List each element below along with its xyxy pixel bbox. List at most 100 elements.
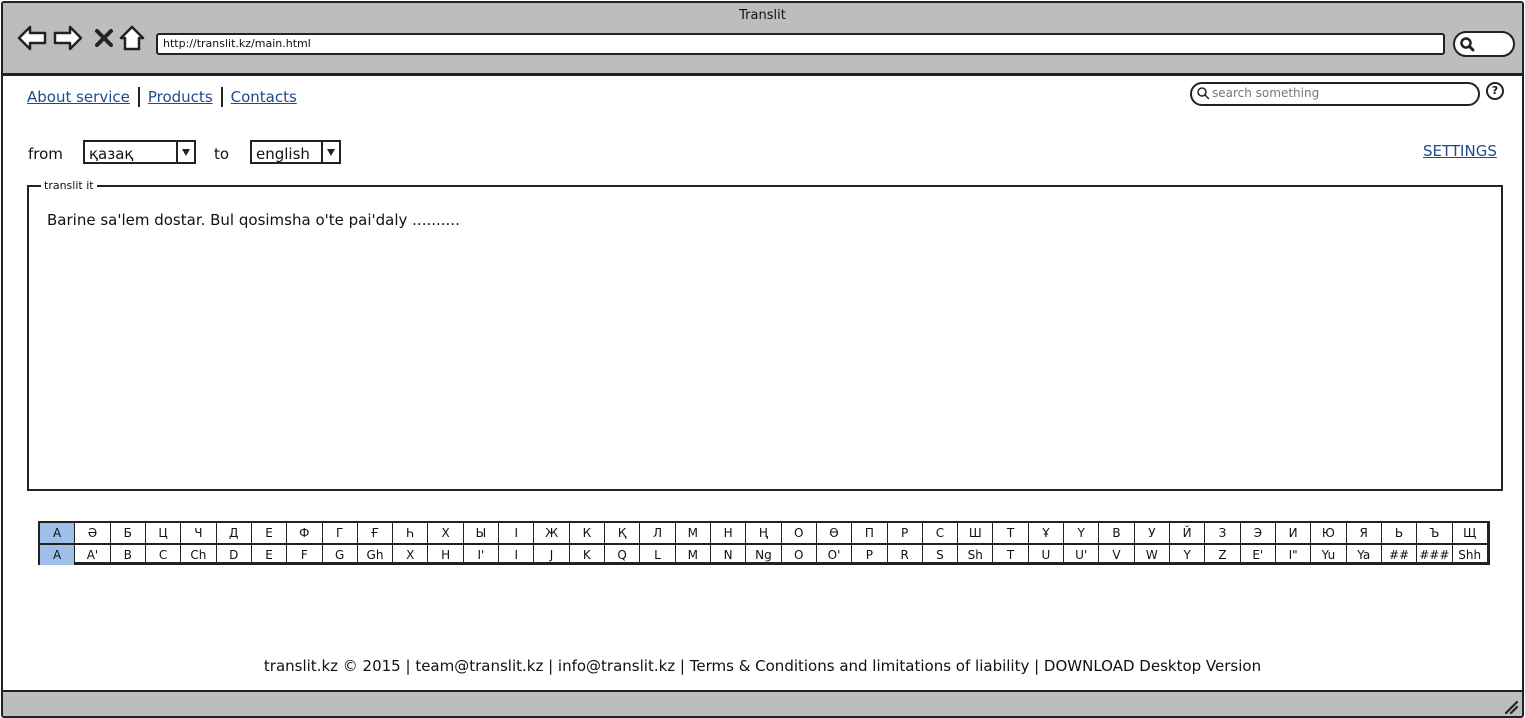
cyrillic-letter-key[interactable]: Ц	[146, 523, 182, 543]
cyrillic-letter-key[interactable]: Б	[111, 523, 146, 543]
cyrillic-letter-key[interactable]: В	[1099, 523, 1135, 543]
cyrillic-letter-key[interactable]: Р	[888, 523, 923, 543]
cyrillic-letter-key[interactable]: З	[1205, 523, 1241, 543]
latin-letter-key[interactable]: T	[993, 545, 1029, 565]
to-language-select[interactable]: english	[250, 140, 341, 164]
latin-letter-key[interactable]: Sh	[958, 545, 994, 565]
latin-letter-key[interactable]: C	[146, 545, 182, 565]
latin-letter-key[interactable]: Y	[1170, 545, 1206, 565]
latin-letter-key[interactable]: E'	[1241, 545, 1276, 565]
cyrillic-letter-key[interactable]: Ұ	[1029, 523, 1065, 543]
latin-letter-key[interactable]: Shh	[1453, 545, 1487, 565]
latin-letter-key[interactable]: I'	[464, 545, 500, 565]
stop-x-icon[interactable]	[89, 23, 119, 53]
site-search-field[interactable]	[1190, 82, 1480, 106]
cyrillic-letter-key[interactable]: І	[499, 523, 535, 543]
cyrillic-letter-key[interactable]: Ь	[1382, 523, 1418, 543]
latin-letter-key[interactable]: Z	[1205, 545, 1241, 565]
cyrillic-letter-key[interactable]: Ә	[75, 523, 111, 543]
search-input[interactable]	[1212, 85, 1467, 101]
cyrillic-letter-key[interactable]: Т	[993, 523, 1029, 543]
latin-letter-key[interactable]: E	[252, 545, 288, 565]
latin-letter-key[interactable]: L	[640, 545, 676, 565]
translit-text-area[interactable]	[47, 211, 1491, 479]
cyrillic-letter-key[interactable]: Щ	[1453, 523, 1487, 543]
cyrillic-letter-key[interactable]: Ъ	[1417, 523, 1453, 543]
latin-letter-key[interactable]: G	[323, 545, 358, 565]
nav-link-contacts[interactable]: Contacts	[231, 88, 297, 106]
back-arrow-icon[interactable]	[17, 23, 47, 53]
latin-letter-key[interactable]: Gh	[358, 545, 394, 565]
cyrillic-letter-key[interactable]: О	[782, 523, 817, 543]
nav-link-about-service[interactable]: About service	[27, 88, 130, 106]
cyrillic-letter-key[interactable]: И	[1276, 523, 1312, 543]
latin-letter-key[interactable]: Ch	[181, 545, 217, 565]
latin-letter-key[interactable]: W	[1135, 545, 1170, 565]
cyrillic-letter-key[interactable]: Ы	[464, 523, 500, 543]
latin-letter-key[interactable]: Q	[605, 545, 641, 565]
latin-letter-key[interactable]: H	[428, 545, 464, 565]
cyrillic-letter-key[interactable]: А	[40, 523, 76, 543]
latin-letter-key[interactable]: K	[570, 545, 605, 565]
latin-letter-key[interactable]: X	[393, 545, 429, 565]
cyrillic-letter-key[interactable]: П	[852, 523, 888, 543]
latin-letter-key[interactable]: ##	[1382, 545, 1418, 565]
forward-arrow-icon[interactable]	[53, 23, 83, 53]
latin-letter-key[interactable]: Ya	[1347, 545, 1382, 565]
latin-letter-key[interactable]: U	[1029, 545, 1065, 565]
latin-letter-key[interactable]: A'	[75, 545, 111, 565]
latin-letter-key[interactable]: A	[40, 545, 76, 565]
cyrillic-letter-key[interactable]: С	[923, 523, 959, 543]
cyrillic-letter-key[interactable]: У	[1135, 523, 1170, 543]
cyrillic-letter-key[interactable]: М	[676, 523, 711, 543]
cyrillic-letter-key[interactable]: Ө	[817, 523, 853, 543]
cyrillic-letter-key[interactable]: К	[570, 523, 605, 543]
cyrillic-letter-key[interactable]: Ф	[287, 523, 323, 543]
nav-link-products[interactable]: Products	[148, 88, 213, 106]
latin-letter-key[interactable]: Yu	[1311, 545, 1347, 565]
resize-grip-icon[interactable]	[1502, 698, 1518, 714]
cyrillic-letter-key[interactable]: Ж	[534, 523, 570, 543]
cyrillic-letter-key[interactable]: Г	[323, 523, 358, 543]
latin-letter-key[interactable]: S	[923, 545, 959, 565]
cyrillic-letter-key[interactable]: Ш	[958, 523, 994, 543]
cyrillic-letter-key[interactable]: Д	[217, 523, 252, 543]
home-icon[interactable]	[117, 23, 147, 53]
cyrillic-letter-key[interactable]: Н	[711, 523, 747, 543]
latin-letter-key[interactable]: N	[711, 545, 747, 565]
latin-letter-key[interactable]: U'	[1064, 545, 1100, 565]
latin-letter-key[interactable]: I	[499, 545, 535, 565]
cyrillic-letter-key[interactable]: Я	[1347, 523, 1382, 543]
latin-letter-key[interactable]: Ng	[746, 545, 782, 565]
cyrillic-letter-key[interactable]: Ю	[1311, 523, 1347, 543]
browser-search-box[interactable]	[1453, 31, 1515, 57]
cyrillic-letter-key[interactable]: Х	[428, 523, 464, 543]
cyrillic-letter-key[interactable]: Һ	[393, 523, 429, 543]
latin-letter-key[interactable]: J	[534, 545, 570, 565]
from-language-select[interactable]: қазақ	[83, 140, 196, 164]
settings-link[interactable]: SETTINGS	[1423, 142, 1497, 160]
cyrillic-letter-key[interactable]: Ү	[1064, 523, 1100, 543]
latin-letter-key[interactable]: D	[217, 545, 252, 565]
latin-letter-key[interactable]: P	[852, 545, 888, 565]
cyrillic-letter-key[interactable]: Э	[1241, 523, 1276, 543]
cyrillic-letter-key[interactable]: Е	[252, 523, 288, 543]
latin-letter-key[interactable]: I"	[1276, 545, 1312, 565]
latin-letter-key[interactable]: B	[111, 545, 146, 565]
latin-letter-key[interactable]: ###	[1417, 545, 1453, 565]
latin-letter-key[interactable]: O	[782, 545, 817, 565]
cyrillic-letter-key[interactable]: Қ	[605, 523, 641, 543]
cyrillic-letter-key[interactable]: Ч	[181, 523, 217, 543]
cyrillic-letter-key[interactable]: Й	[1170, 523, 1206, 543]
latin-letter-key[interactable]: R	[888, 545, 923, 565]
latin-letter-key[interactable]: F	[287, 545, 323, 565]
latin-letter-key[interactable]: V	[1099, 545, 1135, 565]
latin-letter-key[interactable]: M	[676, 545, 711, 565]
cyrillic-letter-key[interactable]: Ң	[746, 523, 782, 543]
cyrillic-letter-key[interactable]: Ғ	[358, 523, 394, 543]
help-icon[interactable]: ?	[1486, 82, 1504, 100]
url-bar[interactable]: http://translit.kz/main.html	[156, 33, 1445, 55]
latin-letter-key[interactable]: O'	[817, 545, 853, 565]
page-footer: translit.kz © 2015 | team@translit.kz | …	[263, 657, 1262, 675]
cyrillic-letter-key[interactable]: Л	[640, 523, 676, 543]
